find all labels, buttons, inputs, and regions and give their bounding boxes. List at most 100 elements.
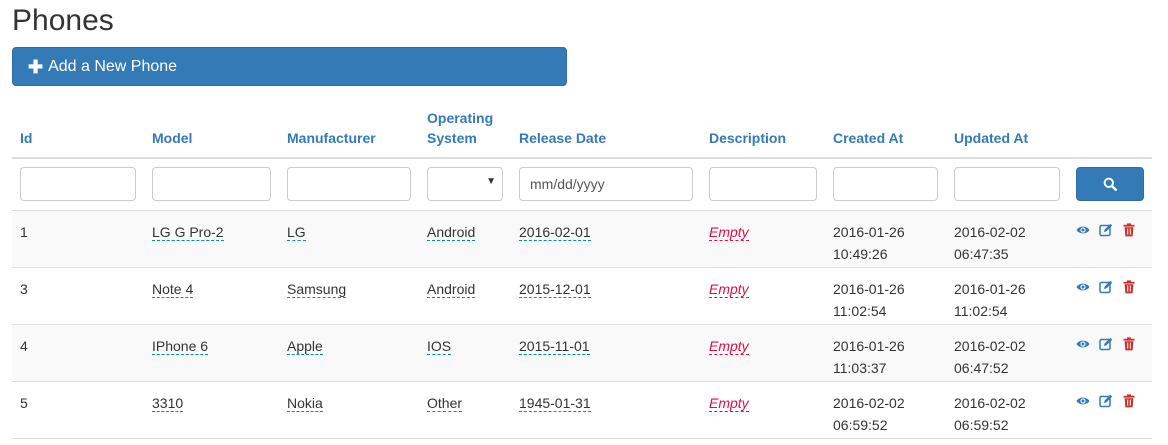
cell-updated-at: 2016-01-26 11:02:54 [946, 267, 1068, 325]
trash-icon[interactable] [1122, 222, 1136, 237]
editable-release-date[interactable]: 2015-11-01 [519, 337, 590, 355]
editable-release-date[interactable]: 2016-02-01 [519, 223, 591, 241]
add-phone-label: Add a New Phone [48, 57, 178, 75]
cell-id: 4 [12, 324, 144, 382]
created-date: 2016-01-26 [833, 223, 905, 240]
filter-description-input[interactable] [709, 167, 817, 202]
editable-release-date[interactable]: 1945-01-31 [519, 394, 591, 412]
editable-model[interactable]: Note 4 [152, 280, 194, 298]
cell-updated-at: 2016-02-02 06:47:52 [946, 324, 1068, 382]
cell-id: 5 [12, 381, 144, 439]
cell-actions [1068, 210, 1152, 268]
search-button[interactable] [1076, 167, 1144, 202]
editable-manufacturer[interactable]: LG [287, 223, 306, 241]
edit-icon[interactable] [1099, 280, 1113, 294]
trash-icon[interactable] [1122, 336, 1136, 351]
updated-time: 06:47:52 [954, 359, 1009, 376]
updated-date: 2016-02-02 [954, 223, 1026, 240]
editable-model[interactable]: IPhone 6 [152, 337, 209, 355]
cell-description: Empty [701, 267, 825, 325]
search-icon [1103, 177, 1117, 192]
cell-model: LG G Pro-2 [144, 210, 279, 268]
filter-manufacturer-input[interactable] [287, 167, 411, 202]
editable-description[interactable]: Empty [709, 280, 749, 298]
filter-model-input[interactable] [152, 167, 271, 202]
cell-manufacturer: Nokia [279, 381, 419, 439]
cell-os: IOS [419, 324, 511, 382]
filter-updated-at-input[interactable] [954, 167, 1060, 202]
edit-icon[interactable] [1099, 394, 1113, 408]
updated-time: 06:47:35 [954, 245, 1009, 262]
column-header-description[interactable]: Description [701, 108, 825, 159]
created-time: 10:49:26 [833, 245, 888, 262]
edit-icon[interactable] [1099, 337, 1113, 351]
table-row: 1 LG G Pro-2 LG Android 2016-02-01 Empty… [12, 210, 1152, 268]
filter-id-input[interactable] [20, 167, 136, 202]
page-title: Phones [12, 4, 114, 37]
date-placeholder: mm/dd/yyyy [530, 176, 605, 193]
filter-row: ▼ mm/dd/yyyy [12, 158, 1152, 211]
edit-icon[interactable] [1099, 223, 1113, 237]
cell-id: 3 [12, 267, 144, 325]
add-phone-button[interactable]: ✚ Add a New Phone [12, 47, 567, 86]
cell-manufacturer: LG [279, 210, 419, 268]
editable-os[interactable]: Other [427, 394, 463, 412]
column-header-created-at[interactable]: Created At [825, 108, 946, 159]
cell-updated-at: 2016-02-02 06:59:52 [946, 381, 1068, 439]
editable-manufacturer[interactable]: Apple [287, 337, 323, 355]
eye-icon[interactable] [1076, 223, 1090, 237]
table-row: 5 3310 Nokia Other 1945-01-31 Empty 2016… [12, 381, 1152, 439]
filter-release-date-input[interactable]: mm/dd/yyyy [519, 167, 693, 202]
editable-model[interactable]: 3310 [152, 394, 184, 412]
editable-model[interactable]: LG G Pro-2 [152, 223, 224, 241]
cell-release-date: 2015-12-01 [511, 267, 701, 325]
column-header-updated-at[interactable]: Updated At [946, 108, 1068, 159]
cell-id: 1 [12, 210, 144, 268]
cell-os: Other [419, 381, 511, 439]
updated-date: 2016-02-02 [954, 394, 1026, 411]
editable-os[interactable]: Android [427, 223, 476, 241]
trash-icon[interactable] [1122, 279, 1136, 294]
editable-os[interactable]: IOS [427, 337, 452, 355]
cell-actions [1068, 267, 1152, 325]
cell-model: 3310 [144, 381, 279, 439]
column-header-model[interactable]: Model [144, 108, 279, 159]
trash-icon[interactable] [1122, 393, 1136, 408]
column-header-manufacturer[interactable]: Manufacturer [279, 108, 419, 159]
cell-created-at: 2016-01-26 11:02:54 [825, 267, 946, 325]
created-time: 11:03:37 [833, 359, 887, 376]
updated-date: 2016-01-26 [954, 280, 1026, 297]
cell-description: Empty [701, 381, 825, 439]
cell-model: Note 4 [144, 267, 279, 325]
caret-down-icon: ▼ [486, 176, 496, 188]
cell-created-at: 2016-01-26 10:49:26 [825, 210, 946, 268]
cell-updated-at: 2016-02-02 06:47:35 [946, 210, 1068, 268]
editable-description[interactable]: Empty [709, 337, 749, 355]
eye-icon[interactable] [1076, 280, 1090, 294]
cell-release-date: 1945-01-31 [511, 381, 701, 439]
editable-description[interactable]: Empty [709, 394, 749, 412]
table-row: 4 IPhone 6 Apple IOS 2015-11-01 Empty 20… [12, 324, 1152, 382]
editable-description[interactable]: Empty [709, 223, 749, 241]
editable-os[interactable]: Android [427, 280, 476, 298]
column-header-actions [1068, 108, 1152, 159]
editable-manufacturer[interactable]: Nokia [287, 394, 323, 412]
editable-manufacturer[interactable]: Samsung [287, 280, 347, 298]
column-header-operating-system[interactable]: Operating System [419, 108, 511, 159]
cell-manufacturer: Apple [279, 324, 419, 382]
updated-time: 11:02:54 [954, 302, 1008, 319]
editable-release-date[interactable]: 2015-12-01 [519, 280, 591, 298]
column-header-release-date[interactable]: Release Date [511, 108, 701, 159]
cell-release-date: 2015-11-01 [511, 324, 701, 382]
eye-icon[interactable] [1076, 394, 1090, 408]
eye-icon[interactable] [1076, 337, 1090, 351]
updated-time: 06:59:52 [954, 416, 1009, 433]
created-date: 2016-01-26 [833, 280, 905, 297]
cell-release-date: 2016-02-01 [511, 210, 701, 268]
filter-created-at-input[interactable] [833, 167, 938, 202]
cell-os: Android [419, 210, 511, 268]
created-date: 2016-02-02 [833, 394, 905, 411]
filter-os-select[interactable]: ▼ [427, 167, 503, 202]
cell-manufacturer: Samsung [279, 267, 419, 325]
column-header-id[interactable]: Id [12, 108, 144, 159]
